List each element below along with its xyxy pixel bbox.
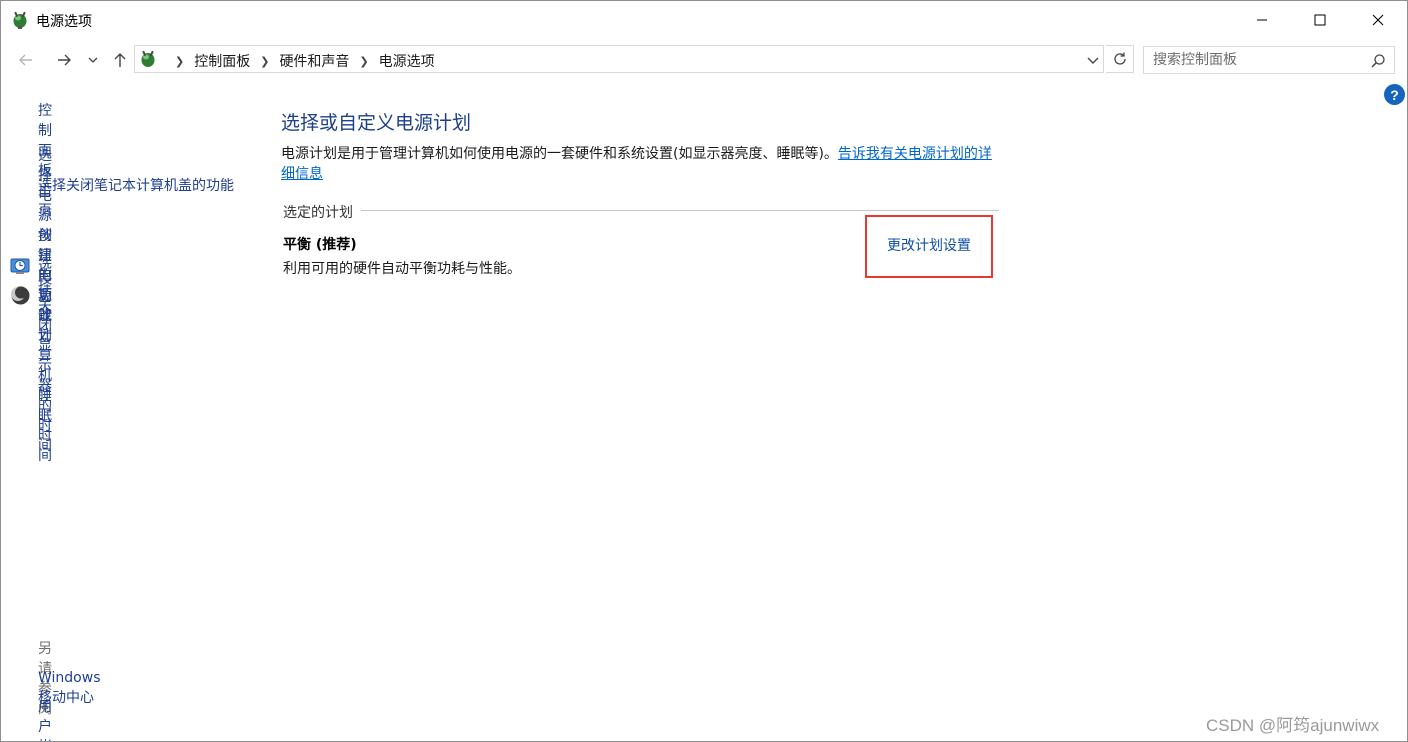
chevron-right-icon: ❯: [175, 54, 185, 68]
chevron-down-icon[interactable]: [1085, 52, 1101, 68]
page-title: 选择或自定义电源计划: [281, 112, 472, 134]
chevron-right-icon[interactable]: ❯: [260, 55, 269, 68]
breadcrumb: ❯ 控制面板 ❯ 硬件和声音 ❯ 电源选项: [165, 51, 435, 71]
page-description: 电源计划是用于管理计算机如何使用电源的一套硬件和系统设置(如显示器亮度、睡眠等)…: [281, 144, 1001, 184]
display-timer-icon: [10, 258, 30, 274]
refresh-button[interactable]: [1106, 45, 1134, 73]
arrow-up-icon: [114, 53, 126, 67]
section-label: 选定的计划: [283, 202, 361, 222]
window-title: 电源选项: [36, 14, 92, 30]
title-bar: 电源选项: [1, 1, 1407, 39]
breadcrumb-control-panel[interactable]: 控制面板: [194, 51, 250, 71]
description-text: 电源计划是用于管理计算机如何使用电源的一套硬件和系统设置(如显示器亮度、睡眠等)…: [281, 146, 838, 162]
arrow-right-icon: [58, 54, 71, 66]
sidebar-item-sleep-time[interactable]: 更改计算机睡眠时间: [38, 286, 52, 466]
address-bar[interactable]: ❯ 控制面板 ❯ 硬件和声音 ❯ 电源选项: [134, 45, 1104, 73]
breadcrumb-power-options[interactable]: 电源选项: [379, 51, 435, 71]
close-icon: [1372, 14, 1384, 26]
chevron-right-icon[interactable]: ❯: [359, 55, 368, 68]
search-input[interactable]: [1144, 47, 1373, 73]
sidebar-item-lid-close[interactable]: 选择关闭笔记本计算机盖的功能: [38, 176, 243, 196]
plan-description: 利用可用的硬件自动平衡功耗与性能。: [283, 261, 521, 277]
section-divider: [283, 210, 999, 211]
arrow-left-icon: [19, 54, 32, 66]
plan-name: 平衡 (推荐): [283, 237, 357, 253]
back-button[interactable]: [14, 48, 38, 72]
chevron-down-icon: [88, 57, 98, 63]
watermark: CSDN @阿筠ajunwiwx: [1206, 716, 1380, 735]
up-button[interactable]: [108, 48, 132, 72]
highlight-box: [865, 215, 993, 278]
close-button[interactable]: [1349, 1, 1407, 39]
search-box: [1143, 46, 1395, 74]
breadcrumb-hardware-sound[interactable]: 硬件和声音: [279, 51, 349, 71]
search-icon[interactable]: [1370, 53, 1386, 69]
see-also-user-accounts[interactable]: 用户帐户: [38, 697, 52, 741]
forward-button[interactable]: [52, 48, 76, 72]
maximize-icon: [1314, 14, 1326, 26]
refresh-icon: [1113, 52, 1126, 65]
help-button[interactable]: ?: [1384, 84, 1405, 105]
maximize-button[interactable]: [1291, 1, 1349, 39]
moon-sleep-icon: [11, 286, 30, 305]
power-options-icon: [141, 50, 155, 67]
minimize-icon: [1257, 19, 1267, 21]
recent-locations-button[interactable]: [83, 48, 103, 72]
power-options-window: 电源选项 ❯ 控制面板 ❯ 硬件和声音 ❯ 电源选项 搜索控制面板 ? 控制面板…: [0, 0, 1408, 742]
power-options-icon: [13, 11, 27, 29]
minimize-button[interactable]: [1233, 1, 1291, 39]
